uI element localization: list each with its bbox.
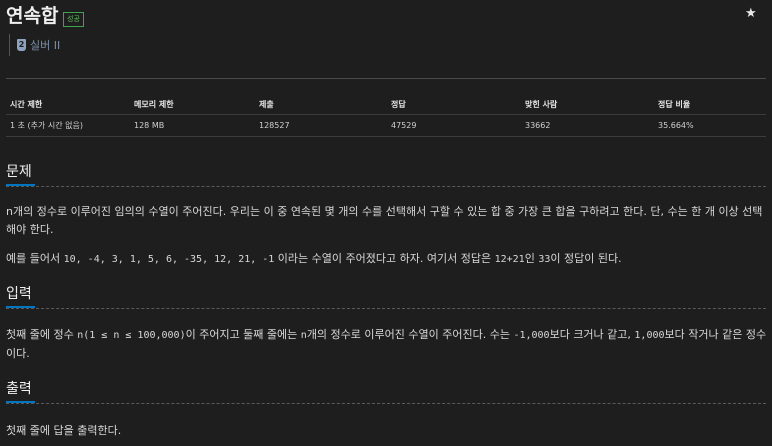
input-description: 첫째 줄에 정수 n(1 ≤ n ≤ 100,000)이 주어지고 둘째 줄에는… [6, 326, 768, 363]
example-answer-expr: 12+21 [494, 254, 525, 265]
header-memory-limit: 메모리 제한 [130, 94, 255, 115]
section-title-output-text: 출력 [6, 381, 32, 397]
example-text-4: 이 정답이 된다. [550, 252, 622, 265]
problem-title: 연속합 [6, 5, 59, 27]
input-text-4: 보다 크거나 같고, [549, 328, 635, 341]
tier-badge-icon: 2 [17, 39, 26, 51]
input-text-2: 이 주어지고 둘째 줄에는 [185, 328, 301, 341]
header-solved-users: 맞힌 사람 [521, 94, 654, 115]
accepted-value[interactable]: 47529 [387, 114, 521, 137]
section-divider [6, 308, 766, 309]
accept-ratio-value: 35.664% [654, 114, 766, 137]
header-accept-ratio: 정답 비율 [654, 94, 766, 115]
input-text-1: 첫째 줄에 정수 [6, 328, 78, 341]
header-accepted: 정답 [387, 94, 521, 115]
section-divider [6, 403, 766, 404]
problem-description: n개의 정수로 이루어진 임의의 수열이 주어진다. 우리는 이 중 연속된 몇… [6, 205, 763, 236]
memory-limit-value: 128 MB [130, 114, 255, 137]
solved-users-value[interactable]: 33662 [521, 114, 654, 137]
tier-text: 실버 II [30, 39, 61, 52]
time-limit-value: 1 초 (추가 시간 없음) [6, 114, 130, 137]
section-divider [6, 186, 766, 187]
section-title-input: 입력 [6, 284, 35, 308]
section-title-output: 출력 [6, 379, 35, 403]
problem-info-table: 시간 제한 메모리 제한 제출 정답 맞힌 사람 정답 비율 1 초 (추가 시… [6, 94, 766, 137]
input-code-3: -1,000 [513, 330, 550, 341]
input-code-4: 1,000 [634, 330, 665, 341]
divider [6, 78, 766, 79]
example-text-3: 인 [524, 252, 539, 265]
example-text-1: 예를 들어서 [6, 252, 64, 265]
status-badge: 성공 [63, 12, 84, 27]
submissions-value[interactable]: 128527 [255, 114, 387, 137]
example-answer-value: 33 [538, 254, 551, 265]
section-title-problem-text: 문제 [6, 164, 32, 180]
header-time-limit: 시간 제한 [6, 94, 130, 115]
star-icon[interactable]: ★ [745, 6, 757, 22]
example-sequence: 10, -4, 3, 1, 5, 6, -35, 12, 21, -1 [63, 254, 275, 265]
problem-example: 예를 들어서 10, -4, 3, 1, 5, 6, -35, 12, 21, … [6, 250, 768, 269]
table-header-row: 시간 제한 메모리 제한 제출 정답 맞힌 사람 정답 비율 [6, 94, 766, 115]
output-description: 첫째 줄에 답을 출력한다. [6, 424, 122, 437]
table-row: 1 초 (추가 시간 없음) 128 MB 128527 47529 33662… [6, 114, 766, 137]
tier-label[interactable]: 2 실버 II [9, 34, 60, 56]
input-code-1: n(1 ≤ n ≤ 100,000) [77, 330, 186, 341]
section-title-input-text: 입력 [6, 286, 32, 302]
input-text-3: 개의 정수로 이루어진 수열이 주어진다. 수는 [306, 328, 514, 341]
problem-page: 연속합 성공 ★ 2 실버 II 시간 제한 메모리 제한 제출 정답 맞힌 사… [0, 0, 772, 446]
section-title-problem: 문제 [6, 162, 35, 186]
example-text-2: 이라는 수열이 주어졌다고 하자. 여기서 정답은 [274, 252, 495, 265]
header-submissions: 제출 [255, 94, 387, 115]
